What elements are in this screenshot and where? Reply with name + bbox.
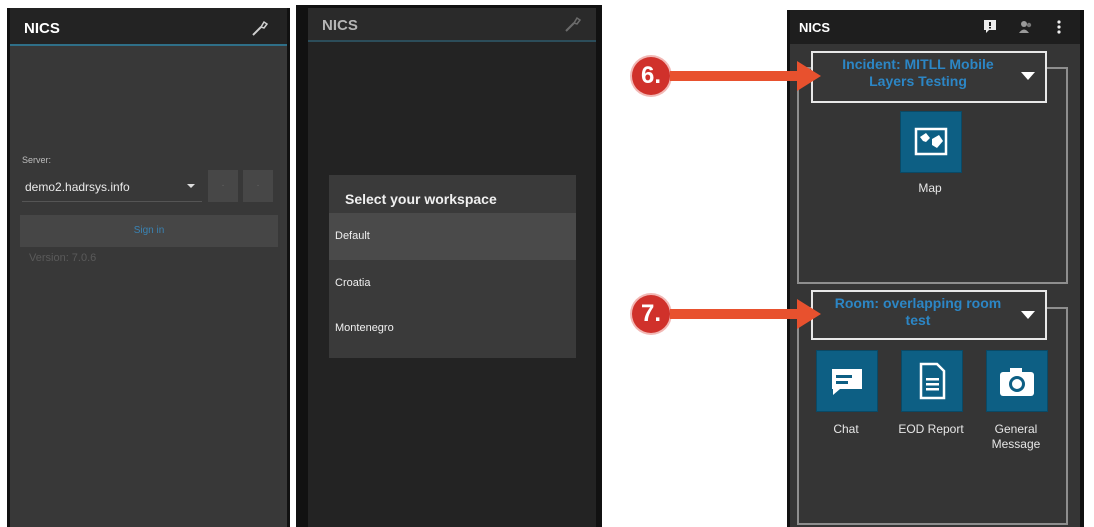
workspace-option[interactable]: Default — [329, 213, 576, 260]
tile-label: General Message — [991, 422, 1041, 451]
alert-icon[interactable] — [983, 19, 997, 33]
wrench-icon[interactable] — [251, 19, 269, 37]
general-message-tile[interactable] — [986, 350, 1048, 412]
room-selector[interactable]: Room: overlapping room test — [811, 290, 1047, 340]
workspace-option[interactable]: Montenegro — [329, 305, 576, 352]
login-screen: NICS Server: demo2.hadrsys.info · · Sign… — [7, 8, 290, 527]
chevron-down-icon — [1021, 311, 1035, 319]
tile-label: EOD Report — [898, 422, 964, 436]
add-server-button[interactable]: · — [208, 170, 238, 202]
dialog-title: Select your workspace — [345, 191, 497, 207]
server-select[interactable]: demo2.hadrsys.info — [25, 180, 130, 194]
tile-label: Chat — [833, 422, 859, 436]
camera-icon — [1000, 368, 1034, 396]
workspace-dialog: Select your workspace Default Croatia Mo… — [329, 175, 576, 358]
callout-arrow — [670, 71, 800, 81]
arrow-head — [797, 61, 821, 91]
incident-screen: NICS Incident: MITLL Mobile Layers Testi… — [787, 10, 1084, 527]
workspace-screen: NICS Select your workspace Default Croat… — [296, 5, 602, 527]
sign-in-button[interactable]: Sign in — [20, 215, 278, 247]
version-text: Version: 7.0.6 — [29, 252, 97, 264]
callout-badge: 7. — [632, 295, 670, 333]
app-title: NICS — [322, 17, 358, 34]
chat-tile[interactable] — [816, 350, 878, 412]
app-bar: NICS — [10, 8, 287, 46]
chevron-down-icon — [1021, 72, 1035, 80]
tile-label: Map — [918, 181, 942, 195]
user-icon[interactable] — [1018, 19, 1034, 35]
wrench-icon[interactable] — [564, 15, 582, 33]
select-underline — [22, 201, 202, 202]
eod-report-tile[interactable] — [901, 350, 963, 412]
app-title: NICS — [799, 20, 831, 35]
server-label: Server: — [22, 155, 52, 165]
incident-title: Incident: MITLL Mobile Layers Testing — [842, 56, 994, 89]
app-bar-divider — [10, 44, 287, 46]
callout-arrow — [670, 309, 800, 319]
chat-icon — [832, 369, 862, 395]
app-bar-divider — [308, 40, 596, 42]
callout-badge: 6. — [632, 57, 670, 95]
arrow-head — [797, 299, 821, 329]
remove-server-button[interactable]: · — [243, 170, 273, 202]
chevron-down-icon[interactable] — [187, 184, 195, 188]
map-icon — [914, 127, 948, 156]
app-bar: NICS — [790, 10, 1080, 44]
workspace-option[interactable]: Croatia — [329, 260, 576, 307]
app-bar: NICS — [308, 8, 596, 42]
more-vert-icon[interactable] — [1056, 19, 1062, 35]
incident-selector[interactable]: Incident: MITLL Mobile Layers Testing — [811, 51, 1047, 103]
app-title: NICS — [24, 20, 60, 37]
room-title: Room: overlapping room test — [834, 295, 1002, 328]
document-icon — [919, 362, 946, 400]
map-tile[interactable] — [900, 111, 962, 173]
